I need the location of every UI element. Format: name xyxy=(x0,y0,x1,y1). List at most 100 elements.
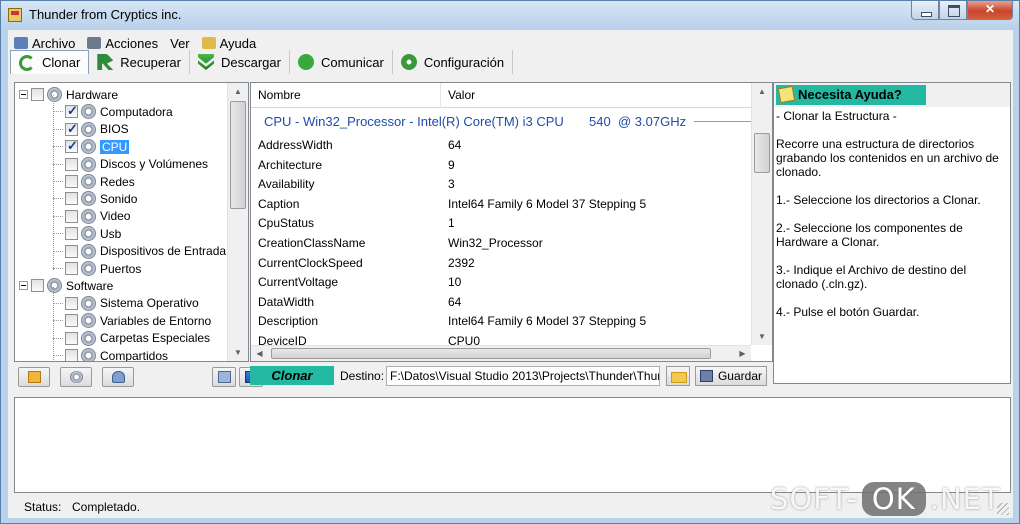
guardar-button[interactable]: Guardar xyxy=(695,366,767,386)
tree-node[interactable]: Dispositivos de Entrada xyxy=(53,243,226,260)
grid-row[interactable]: AddressWidth 64 xyxy=(251,135,751,155)
tree-node[interactable]: Discos y Volúmenes xyxy=(53,156,208,173)
tree-checkbox[interactable] xyxy=(65,103,78,119)
column-header-nombre[interactable]: Nombre xyxy=(251,83,441,108)
tree-node[interactable]: Usb xyxy=(53,225,121,242)
scrollbar-thumb[interactable] xyxy=(271,348,711,359)
tree-checkbox[interactable] xyxy=(65,314,78,328)
scrollbar-thumb[interactable] xyxy=(754,133,770,173)
grid-row[interactable]: CpuStatus 1 xyxy=(251,213,751,233)
menu-label: Ayuda xyxy=(219,35,257,51)
add-folder-button[interactable] xyxy=(18,367,50,387)
tree-checkbox[interactable] xyxy=(31,88,44,101)
scroll-up-icon[interactable]: ▲ xyxy=(752,83,772,100)
property-name: CpuStatus xyxy=(258,216,315,231)
settings-button[interactable] xyxy=(60,367,92,387)
tree-node[interactable]: Computadora xyxy=(53,103,173,120)
property-name: Description xyxy=(258,314,319,329)
tree-connector xyxy=(53,198,63,200)
collapse-icon[interactable] xyxy=(19,281,28,291)
scroll-right-icon[interactable]: ▶ xyxy=(734,346,751,361)
hardware-software-tree[interactable]: ▲ ▼ Hardware Computadora BIOS CPU Discos y V… xyxy=(14,82,249,362)
help-paragraph: Recorre una estructura de directorios gr… xyxy=(776,137,999,179)
grid-row[interactable]: Caption Intel64 Family 6 Model 37 Steppin… xyxy=(251,194,751,214)
tree-checkbox[interactable] xyxy=(65,349,78,361)
title-bar[interactable]: Thunder from Cryptics inc. xyxy=(1,1,1019,29)
tree-node[interactable]: Carpetas Especiales xyxy=(53,330,210,347)
tree-node[interactable]: Variables de Entorno xyxy=(53,312,211,329)
grid-row[interactable]: DataWidth 64 xyxy=(251,292,751,312)
scroll-down-icon[interactable]: ▼ xyxy=(228,344,248,361)
scroll-up-icon[interactable]: ▲ xyxy=(228,83,248,100)
tree-node-label: Computadora xyxy=(100,104,173,119)
tree-node[interactable]: Redes xyxy=(53,173,135,190)
tree-checkbox[interactable] xyxy=(65,157,78,171)
tree-node[interactable]: Puertos xyxy=(53,260,141,277)
tree-checkbox[interactable] xyxy=(65,121,78,137)
view-button[interactable] xyxy=(212,367,236,387)
collapse-icon[interactable] xyxy=(19,90,28,99)
tree-checkbox[interactable] xyxy=(65,244,78,258)
group-divider xyxy=(694,121,751,122)
grid-row[interactable]: CurrentClockSpeed 2392 xyxy=(251,253,751,273)
properties-grid[interactable]: Nombre Valor CPU - Win32_Processor - Int… xyxy=(250,82,773,362)
grid-row[interactable]: CurrentVoltage 10 xyxy=(251,272,751,292)
scroll-left-icon[interactable]: ◀ xyxy=(251,346,268,361)
toolbar-button-2[interactable]: Descargar xyxy=(190,50,290,74)
tree-checkbox[interactable] xyxy=(65,175,78,188)
tree-guide-line xyxy=(53,95,54,270)
grid-row[interactable]: Description Intel64 Family 6 Model 37 Ste… xyxy=(251,311,751,331)
tree-node[interactable]: Sistema Operativo xyxy=(53,295,199,312)
tree-node-label: Video xyxy=(100,209,131,224)
tree-node[interactable]: Software xyxy=(19,277,113,294)
gear-icon xyxy=(81,243,96,259)
users-button[interactable] xyxy=(102,367,134,387)
users-icon xyxy=(112,371,125,383)
tree-connector xyxy=(53,355,63,356)
tree-checkbox[interactable] xyxy=(65,209,78,223)
tree-checkbox[interactable] xyxy=(65,227,78,241)
help-title: Necesita Ayuda? xyxy=(776,85,926,105)
grid-row[interactable]: CreationClassName Win32_Processor xyxy=(251,233,751,253)
tree-node[interactable]: Sonido xyxy=(53,190,137,207)
folder-add-icon xyxy=(28,371,41,383)
scroll-down-icon[interactable]: ▼ xyxy=(752,328,772,345)
scrollbar-thumb[interactable] xyxy=(230,101,246,209)
toolbar-button-3[interactable]: Comunicar xyxy=(290,50,393,74)
destination-bar: Clonar Destino: F:\Datos\Visual Studio 2… xyxy=(250,365,773,387)
gear-icon xyxy=(81,330,96,346)
maximize-button[interactable] xyxy=(939,1,967,20)
toolbar-button-0[interactable]: Clonar xyxy=(10,50,90,74)
tree-checkbox[interactable] xyxy=(65,192,78,206)
tree-checkbox[interactable] xyxy=(65,138,78,154)
tree-vertical-scrollbar[interactable]: ▲ ▼ xyxy=(227,83,248,361)
grid-horizontal-scrollbar[interactable]: ◀ ▶ xyxy=(251,345,751,361)
destination-path-input[interactable]: F:\Datos\Visual Studio 2013\Projects\Thu… xyxy=(386,366,660,386)
tree-node[interactable]: CPU xyxy=(53,138,130,155)
close-button[interactable] xyxy=(967,1,1013,20)
property-value: 9 xyxy=(448,157,455,172)
grid-vertical-scrollbar[interactable]: ▲ ▼ xyxy=(751,83,772,345)
browse-folder-button[interactable] xyxy=(666,366,690,386)
actions-icon xyxy=(87,37,102,49)
tree-checkbox[interactable] xyxy=(31,279,44,293)
log-output-area[interactable] xyxy=(14,397,1011,493)
grid-row[interactable]: Availability 3 xyxy=(251,174,751,194)
tree-node[interactable]: Hardware xyxy=(19,86,118,103)
tree-connector xyxy=(53,128,63,130)
tree-node[interactable]: BIOS xyxy=(53,121,129,138)
tree-checkbox[interactable] xyxy=(65,296,78,310)
tree-node[interactable]: Video xyxy=(53,208,130,225)
column-header-valor[interactable]: Valor xyxy=(441,83,751,108)
toolbar-button-1[interactable]: Recuperar xyxy=(89,50,190,74)
minimize-button[interactable] xyxy=(911,1,939,20)
toolbar-button-4[interactable]: Configuración xyxy=(393,50,514,74)
group-title: CPU - Win32_Processor - Intel(R) Core(TM… xyxy=(264,114,687,129)
grid-group-header[interactable]: CPU - Win32_Processor - Intel(R) Core(TM… xyxy=(251,108,751,135)
tree-checkbox[interactable] xyxy=(65,262,78,275)
grid-row[interactable]: Architecture 9 xyxy=(251,155,751,175)
gear-icon xyxy=(81,261,96,276)
tree-node[interactable]: Compartidos xyxy=(53,347,168,361)
clonar-button[interactable]: Clonar xyxy=(250,366,334,385)
tree-checkbox[interactable] xyxy=(65,331,78,345)
